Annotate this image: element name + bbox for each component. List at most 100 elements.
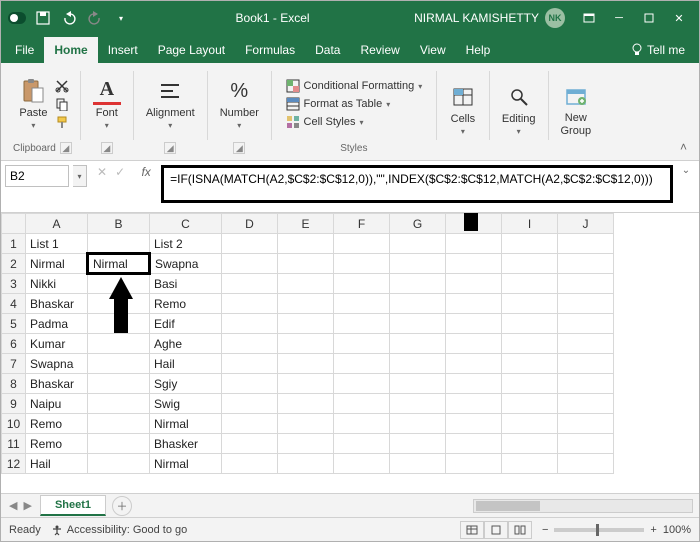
cell[interactable] xyxy=(278,394,334,414)
cell[interactable]: Hail xyxy=(150,354,222,374)
column-header[interactable]: A xyxy=(26,214,88,234)
font-launcher-icon[interactable]: ◢ xyxy=(101,142,113,154)
save-icon[interactable] xyxy=(33,8,53,28)
format-painter-icon[interactable] xyxy=(55,115,69,129)
cell[interactable] xyxy=(334,414,390,434)
cell[interactable] xyxy=(222,354,278,374)
tab-view[interactable]: View xyxy=(410,37,456,63)
tab-formulas[interactable]: Formulas xyxy=(235,37,305,63)
column-header[interactable]: H xyxy=(446,214,502,234)
row-header[interactable]: 10 xyxy=(2,414,26,434)
zoom-slider[interactable] xyxy=(554,528,644,532)
tab-file[interactable]: File xyxy=(5,37,44,63)
cell[interactable] xyxy=(222,294,278,314)
accessibility-status[interactable]: Accessibility: Good to go xyxy=(51,524,187,536)
cell[interactable] xyxy=(390,294,446,314)
format-as-table-button[interactable]: Format as Table ▾ xyxy=(286,96,423,112)
cell[interactable] xyxy=(88,314,150,334)
conditional-formatting-button[interactable]: Conditional Formatting ▾ xyxy=(286,78,423,94)
redo-icon[interactable] xyxy=(85,8,105,28)
expand-formula-bar-icon[interactable]: ⌄ xyxy=(677,165,695,176)
row-header[interactable]: 4 xyxy=(2,294,26,314)
cell[interactable]: Padma xyxy=(26,314,88,334)
cell[interactable]: Aghe xyxy=(150,334,222,354)
row-header[interactable]: 6 xyxy=(2,334,26,354)
cell[interactable] xyxy=(502,234,558,254)
cell[interactable] xyxy=(558,254,614,274)
cell[interactable]: Nirmal xyxy=(26,254,88,274)
tab-home[interactable]: Home xyxy=(44,37,97,63)
cell[interactable] xyxy=(278,314,334,334)
zoom-in-icon[interactable]: + xyxy=(650,524,656,536)
select-all-corner[interactable] xyxy=(2,214,26,234)
new-group-button[interactable]: New Group xyxy=(557,80,596,138)
cell[interactable]: Basi xyxy=(150,274,222,294)
cell[interactable] xyxy=(446,294,502,314)
cell[interactable] xyxy=(390,354,446,374)
cell[interactable] xyxy=(334,354,390,374)
cell[interactable] xyxy=(278,294,334,314)
spreadsheet-grid[interactable]: ABCDEFGHIJ1List 1List 22NirmalNirmalSwap… xyxy=(1,213,699,493)
cell[interactable] xyxy=(334,454,390,474)
ribbon-display-icon[interactable] xyxy=(575,8,603,28)
cell[interactable] xyxy=(334,274,390,294)
cell[interactable] xyxy=(390,334,446,354)
cell[interactable] xyxy=(334,254,390,274)
font-button[interactable]: A Font ▾ xyxy=(89,75,125,132)
page-layout-view-button[interactable] xyxy=(484,521,508,539)
zoom-out-icon[interactable]: − xyxy=(542,524,548,536)
cell[interactable] xyxy=(502,414,558,434)
editing-button[interactable]: Editing ▾ xyxy=(498,81,540,138)
cell[interactable] xyxy=(222,394,278,414)
cell[interactable]: Remo xyxy=(150,294,222,314)
close-icon[interactable]: ✕ xyxy=(665,8,693,28)
sheet-tab[interactable]: Sheet1 xyxy=(40,495,106,516)
column-header[interactable]: C xyxy=(150,214,222,234)
alignment-button[interactable]: Alignment ▾ xyxy=(142,75,199,132)
cell[interactable] xyxy=(446,354,502,374)
cell[interactable]: Swapna xyxy=(150,254,222,274)
column-header[interactable]: F xyxy=(334,214,390,234)
column-header[interactable]: E xyxy=(278,214,334,234)
cell[interactable] xyxy=(446,454,502,474)
cell[interactable] xyxy=(558,354,614,374)
cell[interactable] xyxy=(88,394,150,414)
cell[interactable]: Edif xyxy=(150,314,222,334)
cell[interactable] xyxy=(222,374,278,394)
cell[interactable] xyxy=(88,294,150,314)
cell[interactable] xyxy=(88,374,150,394)
cell[interactable] xyxy=(278,234,334,254)
cell-styles-button[interactable]: Cell Styles ▾ xyxy=(286,114,423,130)
cell[interactable] xyxy=(222,334,278,354)
cell[interactable] xyxy=(334,394,390,414)
row-header[interactable]: 9 xyxy=(2,394,26,414)
cell[interactable]: Nikki xyxy=(26,274,88,294)
cell[interactable] xyxy=(222,314,278,334)
cell[interactable] xyxy=(278,414,334,434)
clipboard-launcher-icon[interactable]: ◢ xyxy=(60,142,72,154)
cell[interactable] xyxy=(222,414,278,434)
column-header[interactable]: D xyxy=(222,214,278,234)
cell[interactable] xyxy=(390,374,446,394)
cell[interactable]: Sgiy xyxy=(150,374,222,394)
cell[interactable] xyxy=(558,334,614,354)
cell[interactable] xyxy=(88,234,150,254)
cell[interactable]: Hail xyxy=(26,454,88,474)
cell[interactable] xyxy=(278,274,334,294)
cell[interactable] xyxy=(222,254,278,274)
cell[interactable] xyxy=(558,434,614,454)
tab-page-layout[interactable]: Page Layout xyxy=(148,37,235,63)
row-header[interactable]: 12 xyxy=(2,454,26,474)
cell[interactable] xyxy=(88,354,150,374)
cell[interactable] xyxy=(502,434,558,454)
collapse-ribbon-icon[interactable]: ˄ xyxy=(680,140,693,160)
cell[interactable]: List 2 xyxy=(150,234,222,254)
cell[interactable] xyxy=(446,274,502,294)
cell[interactable] xyxy=(446,334,502,354)
cell[interactable] xyxy=(502,374,558,394)
cell[interactable] xyxy=(502,334,558,354)
cell[interactable] xyxy=(502,274,558,294)
normal-view-button[interactable] xyxy=(460,521,484,539)
cells-button[interactable]: Cells ▾ xyxy=(445,81,481,138)
cell[interactable]: Nirmal xyxy=(150,454,222,474)
